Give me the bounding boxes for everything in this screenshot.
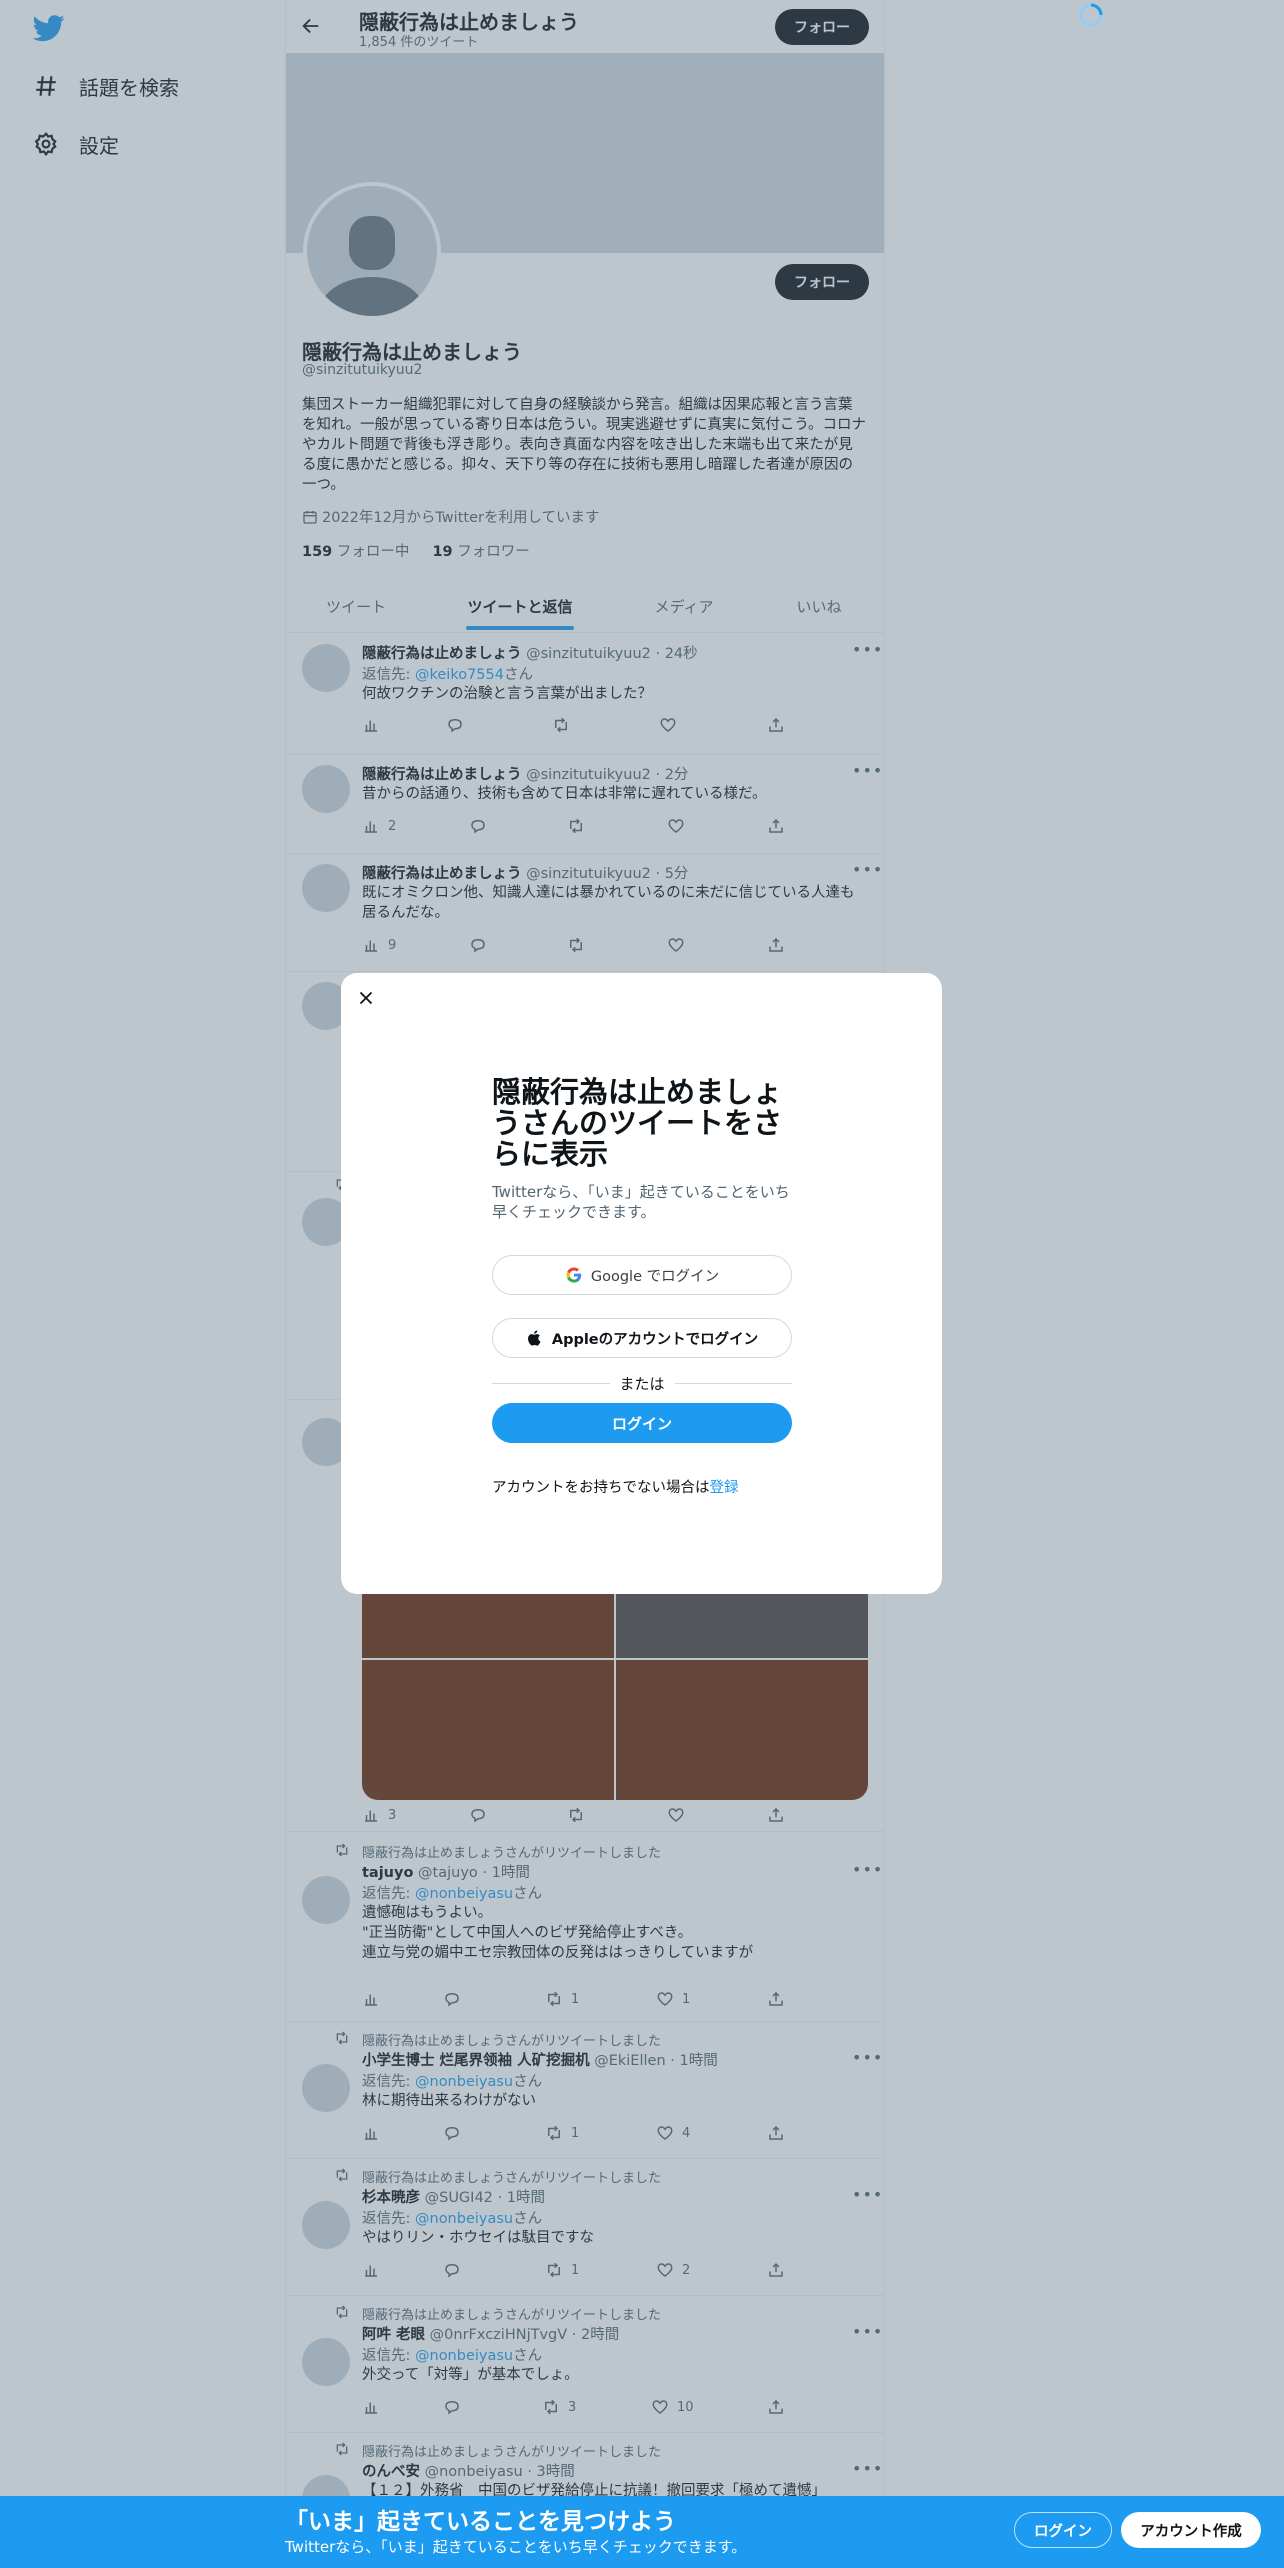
signup-link[interactable]: 登録 xyxy=(710,1480,739,1496)
bottom-signup-button[interactable]: アカウント作成 xyxy=(1121,2512,1261,2548)
signup-prompt: アカウントをお持ちでない場合は登録 xyxy=(492,1480,739,1496)
google-login-label: Google でログイン xyxy=(590,1268,720,1285)
bottom-signup-bar: 「いま」起きていることを見つけよう Twitterなら、「いま」起きていることを… xyxy=(0,2496,1284,2568)
modal-subtitle: Twitterなら、「いま」起きていることをいち早くチェックできます。 xyxy=(492,1183,790,1221)
close-icon[interactable] xyxy=(355,987,377,1009)
modal-title: 隠蔽行為は止めましょうさんのツイートをさらに表示 xyxy=(492,1075,783,1171)
bottom-bar-subtitle: Twitterなら、「いま」起きていることをいち早くチェックできます。 xyxy=(285,2538,747,2556)
bottom-login-button[interactable]: ログイン xyxy=(1014,2512,1112,2548)
login-modal: 隠蔽行為は止めましょうさんのツイートをさらに表示 Twitterなら、「いま」起… xyxy=(341,973,942,1594)
bottom-bar-title: 「いま」起きていることを見つけよう xyxy=(285,2509,676,2535)
or-divider: または xyxy=(492,1373,793,1393)
loading-spinner-icon xyxy=(1078,2,1104,28)
google-login-button[interactable]: Google でログイン xyxy=(492,1255,792,1295)
apple-icon xyxy=(526,1329,552,1347)
apple-login-label: Appleのアカウントでログイン xyxy=(551,1331,759,1348)
google-icon xyxy=(565,1266,591,1284)
login-button[interactable]: ログイン xyxy=(492,1403,792,1443)
apple-login-button[interactable]: Appleのアカウントでログイン xyxy=(492,1318,792,1358)
